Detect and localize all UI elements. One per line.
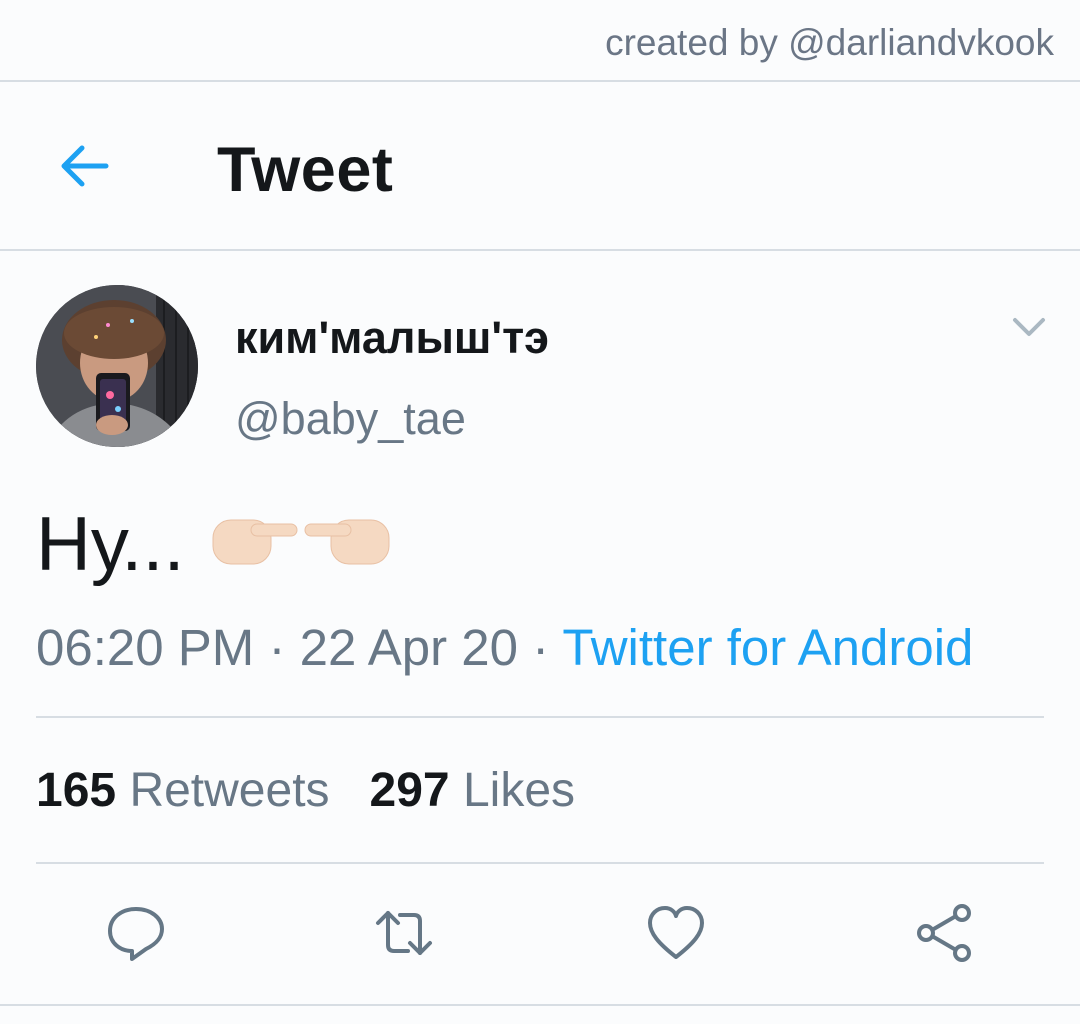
reply-icon[interactable] — [106, 903, 166, 963]
likes-stat[interactable]: 297 Likes — [370, 764, 576, 817]
divider — [36, 862, 1044, 864]
tweet-text: Ну... — [36, 500, 391, 588]
credit-text: created by @darliandvkook — [605, 22, 1054, 63]
avatar[interactable] — [36, 285, 198, 447]
divider — [36, 716, 1044, 718]
divider — [0, 80, 1080, 82]
retweet-icon[interactable] — [374, 903, 434, 963]
tweet-meta: 06:20 PM · 22 Apr 20 · Twitter for Andro… — [36, 618, 973, 677]
divider — [0, 249, 1080, 251]
page-title: Tweet — [217, 135, 394, 205]
share-icon[interactable] — [914, 903, 974, 963]
chevron-down-icon[interactable] — [1011, 312, 1047, 342]
divider — [0, 1004, 1080, 1006]
meta-separator: · — [517, 619, 563, 676]
tweet-body: Ну... — [36, 501, 185, 587]
meta-separator: · — [254, 619, 300, 676]
like-icon[interactable] — [646, 903, 706, 963]
likes-label: Likes — [462, 764, 576, 817]
author-handle[interactable]: @baby_tae — [235, 393, 466, 445]
retweets-count: 165 — [36, 764, 117, 817]
tweet-time: 06:20 PM — [36, 619, 255, 676]
tweet-source-link[interactable]: Twitter for Android — [562, 619, 973, 676]
retweets-stat[interactable]: 165 Retweets — [36, 764, 330, 817]
pointing-fingers-emoji — [211, 500, 391, 588]
tweet-date: 22 Apr 20 — [299, 619, 518, 676]
likes-count: 297 — [369, 764, 450, 817]
tweet-stats: 165 Retweets 297 Likes — [36, 763, 575, 818]
back-arrow-icon[interactable] — [56, 142, 112, 190]
retweets-label: Retweets — [129, 764, 330, 817]
author-name[interactable]: ким'малыш'тэ — [235, 312, 549, 364]
